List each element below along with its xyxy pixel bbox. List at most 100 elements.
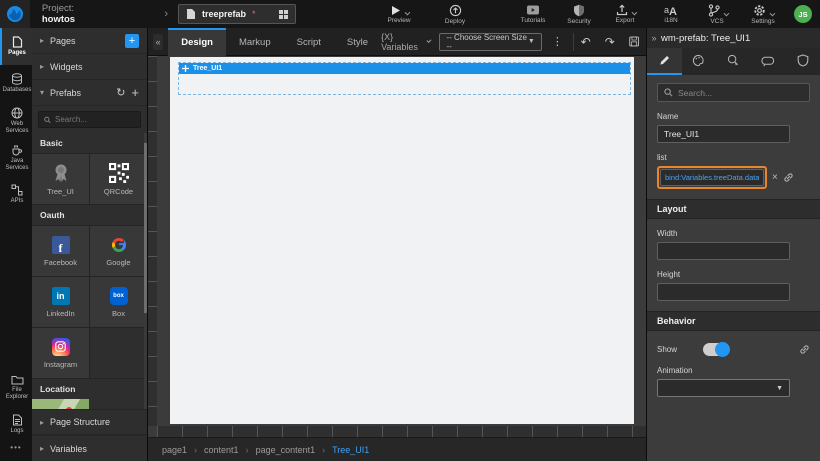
page-canvas[interactable]: Tree_UI1	[170, 57, 634, 424]
widget-name-label: Tree_UI1	[193, 65, 222, 72]
move-handle-icon[interactable]	[182, 65, 189, 72]
collapse-left-panel-button[interactable]: «	[153, 34, 163, 50]
show-toggle[interactable]	[703, 343, 729, 356]
rail-item-web-services[interactable]: Web Services	[0, 102, 32, 139]
folder-icon	[11, 374, 24, 385]
pages-icon	[12, 36, 23, 48]
height-input[interactable]	[657, 283, 790, 301]
security-label: Security	[567, 18, 590, 25]
panel-scrollbar[interactable]	[144, 133, 147, 409]
tab-properties[interactable]	[647, 48, 682, 75]
bind-link-icon[interactable]	[799, 344, 810, 355]
magnifier-cursor-icon	[727, 54, 740, 67]
properties-panel-header: » wm-prefab: Tree_UI1	[647, 28, 820, 48]
rail-item-databases[interactable]: Databases	[0, 65, 32, 102]
breadcrumb-sep-icon: ›	[322, 445, 325, 455]
widget-selection-bar[interactable]: Tree_UI1	[179, 63, 630, 74]
prefab-tile-location[interactable]	[32, 399, 89, 409]
rail-item-file-explorer[interactable]: File Explorer	[0, 369, 32, 406]
wavemaker-logo[interactable]	[0, 0, 30, 28]
breadcrumb-page1[interactable]: page1	[162, 445, 187, 455]
redo-button[interactable]: ↷	[605, 35, 615, 49]
tab-styles[interactable]	[682, 48, 717, 75]
tab-inspect[interactable]	[716, 48, 751, 75]
tile-label: Google	[106, 258, 130, 267]
tutorials-button[interactable]: Tutorials	[518, 4, 548, 24]
caret-right-icon: ▸	[40, 62, 44, 71]
project-label: Project:	[42, 3, 74, 14]
section-widgets-label: Widgets	[50, 62, 83, 72]
undo-button[interactable]: ↶	[581, 35, 591, 49]
screen-size-select[interactable]: -- Choose Screen Size -- ▼	[439, 33, 541, 51]
prefab-tile-linkedin[interactable]: in LinkedIn	[32, 277, 89, 327]
rail-item-java-services[interactable]: Java Services	[0, 139, 32, 176]
breadcrumb-tree-ui1[interactable]: Tree_UI1	[332, 445, 369, 455]
tab-script[interactable]: Script	[284, 28, 334, 56]
security-button[interactable]: Security	[564, 4, 594, 25]
animation-select[interactable]: ▼	[657, 379, 790, 397]
open-page-tab[interactable]: treeprefab *	[178, 4, 296, 24]
prefab-tile-box[interactable]: box Box	[90, 277, 147, 327]
empty-cell	[90, 328, 147, 378]
section-variables[interactable]: ▸ Variables	[32, 435, 147, 461]
rail-more-icon[interactable]: •••	[0, 443, 32, 461]
property-search-input[interactable]	[678, 88, 788, 98]
deploy-icon	[449, 4, 462, 17]
preview-button[interactable]: Preview	[384, 5, 414, 24]
tree-ui-ribbon-icon	[52, 163, 70, 183]
breadcrumb-page-content1[interactable]: page_content1	[256, 445, 316, 455]
rail-label: Databases	[3, 87, 32, 94]
facebook-icon: f	[52, 236, 70, 254]
rail-item-pages[interactable]: Pages	[0, 28, 32, 65]
more-options-icon[interactable]: ⋮	[552, 35, 563, 48]
rail-item-apis[interactable]: APIs	[0, 176, 32, 213]
database-icon	[11, 73, 23, 85]
tab-design[interactable]: Design	[168, 28, 226, 56]
add-prefab-icon[interactable]: +	[131, 85, 139, 100]
design-surface: Tree_UI1	[148, 56, 646, 437]
rail-item-logs[interactable]: Logs	[0, 406, 32, 443]
caret-down-icon	[405, 9, 411, 15]
caret-down-icon	[770, 10, 776, 16]
i18n-button[interactable]: a A i18N	[656, 4, 686, 24]
save-button[interactable]	[629, 35, 639, 48]
add-page-button[interactable]: +	[125, 34, 139, 48]
export-button[interactable]: Export	[610, 4, 640, 24]
refresh-prefabs-icon[interactable]: ↻	[116, 86, 125, 99]
dashboard-grid-icon[interactable]	[279, 10, 288, 19]
tab-messages[interactable]	[751, 48, 786, 75]
caret-down-icon	[427, 38, 432, 43]
tab-security[interactable]	[785, 48, 820, 75]
bind-link-icon[interactable]	[783, 172, 794, 183]
section-prefabs[interactable]: ▾ Prefabs ↻ +	[32, 80, 147, 106]
settings-button[interactable]: Settings	[748, 4, 778, 25]
prefab-tile-tree-ui[interactable]: Tree_UI	[32, 154, 89, 204]
breadcrumb-content1[interactable]: content1	[204, 445, 239, 455]
tab-markup[interactable]: Markup	[226, 28, 284, 56]
collapse-right-panel-button[interactable]: »	[647, 33, 661, 43]
prefab-tile-instagram[interactable]: Instagram	[32, 328, 89, 378]
tab-style[interactable]: Style	[334, 28, 381, 56]
section-pages[interactable]: ▸ Pages +	[32, 28, 147, 54]
prefab-tile-qrcode[interactable]: QRCode	[90, 154, 147, 204]
variables-dropdown[interactable]: {X} Variables	[381, 32, 429, 52]
caret-right-icon: ▸	[40, 444, 44, 453]
section-page-structure-label: Page Structure	[50, 417, 110, 427]
prefab-tile-facebook[interactable]: f Facebook	[32, 226, 89, 276]
vcs-button[interactable]: VCS	[702, 4, 732, 25]
prefab-tile-google[interactable]: Google	[90, 226, 147, 276]
deploy-button[interactable]: Deploy	[440, 4, 470, 25]
section-widgets[interactable]: ▸ Widgets	[32, 54, 147, 80]
selected-widget-tree-ui[interactable]: Tree_UI1	[178, 62, 631, 95]
user-avatar[interactable]: JS	[794, 5, 812, 23]
wavemaker-logo-icon	[6, 5, 24, 23]
list-bind-input[interactable]	[660, 169, 764, 186]
clear-bind-icon[interactable]: ×	[772, 172, 778, 183]
name-input[interactable]	[657, 125, 790, 143]
section-page-structure[interactable]: ▸ Page Structure	[32, 409, 147, 435]
globe-icon	[11, 107, 23, 119]
prefab-search-input[interactable]	[55, 115, 135, 124]
left-icon-rail: Pages Databases Web Services	[0, 28, 32, 461]
widget-body[interactable]	[179, 74, 630, 94]
width-input[interactable]	[657, 242, 790, 260]
